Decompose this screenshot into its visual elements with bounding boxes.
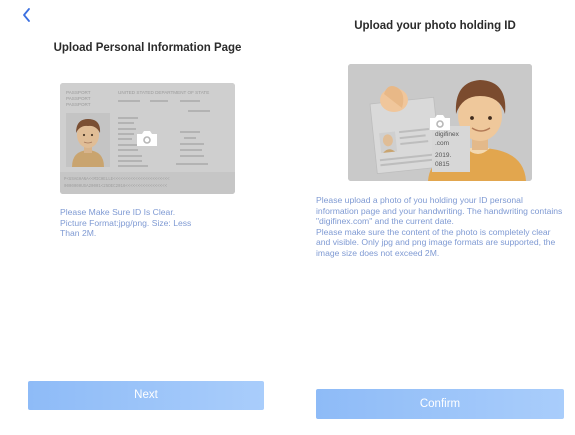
passport-portrait [66, 113, 110, 167]
passport-label-3: PASSPORT [66, 102, 91, 107]
note-line: digifinex [435, 131, 460, 138]
mrz-line-1: P<USAGHANA<<MICHELLE<<<<<<<<<<<<<<<<<<<<… [64, 177, 170, 182]
hint-line: Than 2M. [60, 228, 97, 239]
note-line: 0815 [435, 161, 450, 168]
passport-label-2: PASSPORT [66, 96, 91, 101]
id-upload-hint: Please Make Sure ID Is Clear. Picture Fo… [60, 207, 238, 239]
back-chevron-icon[interactable] [20, 6, 34, 24]
hint-line: Please Make Sure ID Is Clear. [60, 207, 176, 217]
hint-line: Picture Format:jpg/png. Size: Less [60, 217, 192, 228]
confirm-button[interactable]: Confirm [316, 389, 564, 419]
upload-id-page-title: Upload Personal Information Page [53, 42, 242, 54]
selfie-upload-hint: Please upload a photo of you holding you… [316, 195, 566, 259]
mrz-line-2: 0000000USA20001<25DEC2016<<<<<<<<<<<<<<<… [64, 184, 168, 189]
next-button[interactable]: Next [28, 381, 264, 410]
camera-icon[interactable] [136, 129, 158, 147]
note-line: .com [435, 140, 449, 147]
passport-header: UNITED STATED DEPARTMENT OF STATE [118, 90, 209, 95]
camera-icon[interactable] [429, 113, 451, 131]
handwriting-note: digifinex .com 2019. 0815 [432, 126, 470, 172]
passport-label: PASSPORT [66, 90, 91, 95]
hint-paragraph: Please upload a photo of you holding you… [316, 195, 563, 227]
upload-selfie-title: Upload your photo holding ID [354, 20, 516, 32]
note-line: 2019. [435, 152, 451, 159]
hint-paragraph: Please make sure the content of the phot… [316, 226, 556, 258]
